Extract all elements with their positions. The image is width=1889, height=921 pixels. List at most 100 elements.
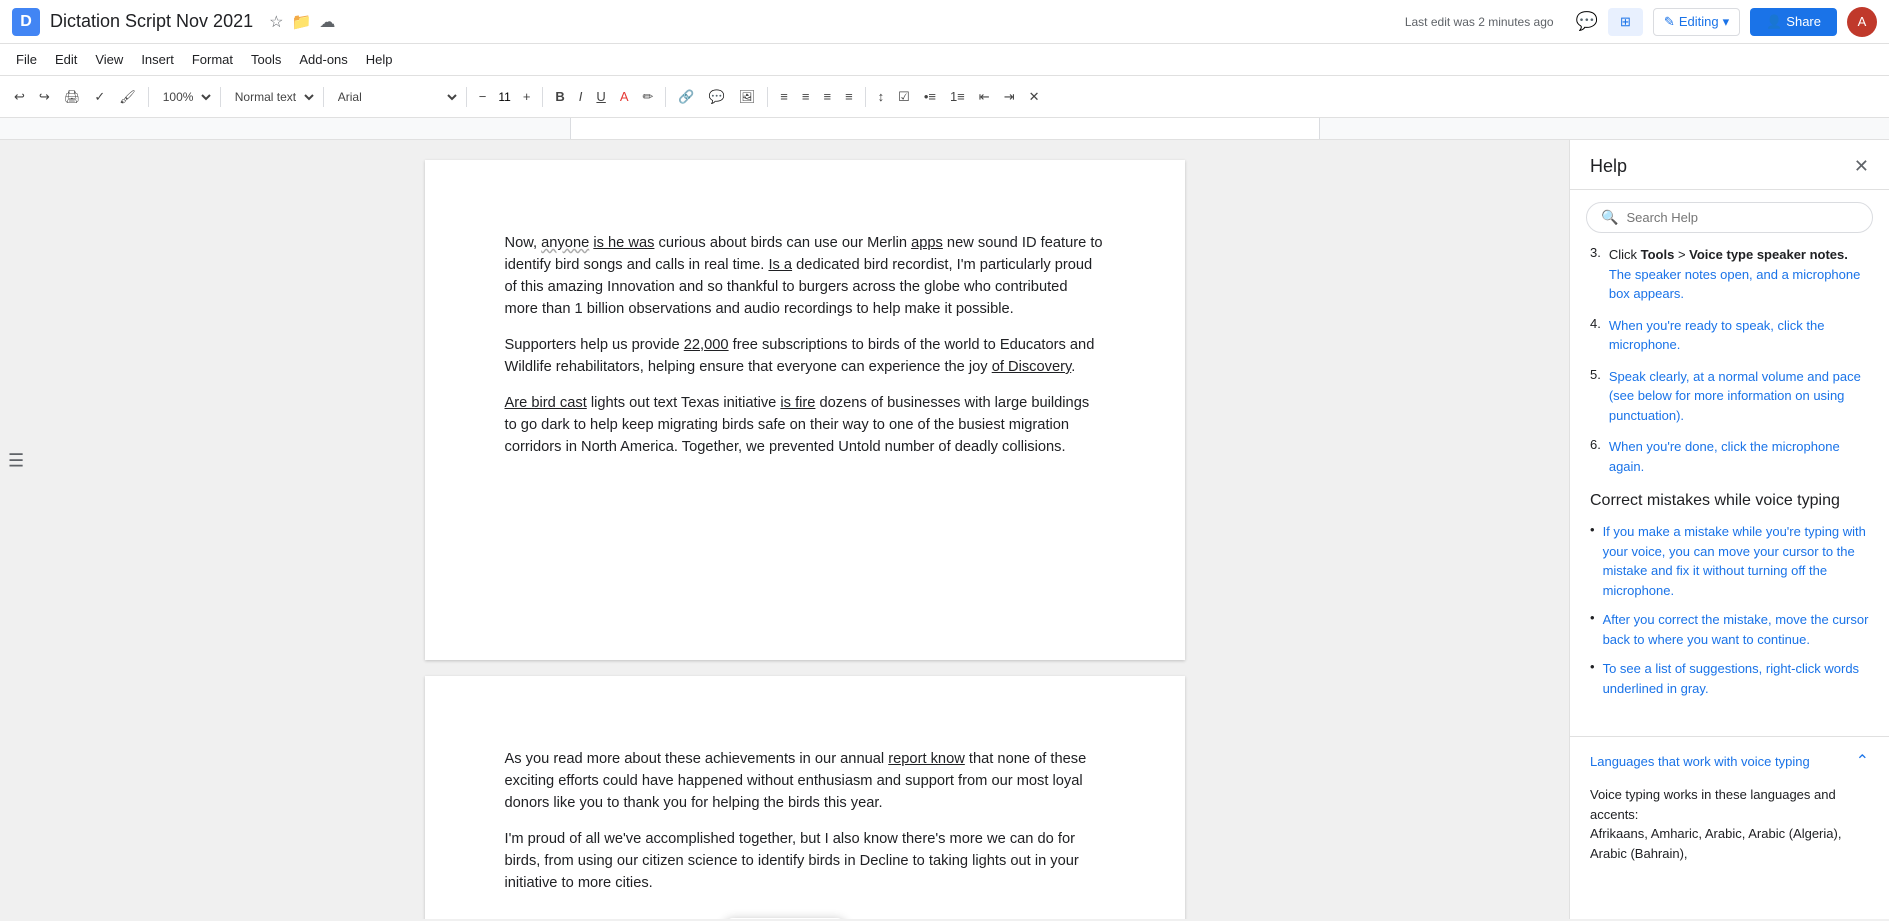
menu-addons[interactable]: Add-ons: [291, 48, 355, 71]
step-5-num: 5.: [1590, 367, 1601, 426]
correct-mistakes-title: Correct mistakes while voice typing: [1590, 492, 1869, 510]
sep5: [542, 87, 543, 107]
paint-format-button[interactable]: 🖌: [113, 85, 142, 109]
meet-icon: ⊞: [1620, 14, 1631, 30]
italic-button[interactable]: I: [573, 85, 589, 108]
help-bullet-3: • To see a list of suggestions, right-cl…: [1590, 659, 1869, 698]
bold-button[interactable]: B: [549, 85, 570, 108]
menu-file[interactable]: File: [8, 48, 45, 71]
languages-chevron-icon: ⌃: [1856, 751, 1869, 771]
help-step-5: 5. Speak clearly, at a normal volume and…: [1590, 367, 1869, 426]
print-button[interactable]: 🖨: [58, 85, 87, 109]
highlight-button[interactable]: ✏: [636, 85, 659, 109]
menu-insert[interactable]: Insert: [133, 48, 182, 71]
header-actions: 💬 ⊞ ✎ Editing ▾ 👤 Share A: [1576, 7, 1877, 37]
cloud-icon[interactable]: ☁: [319, 12, 335, 32]
underline-button[interactable]: U: [590, 85, 611, 108]
folder-icon[interactable]: 📁: [291, 12, 311, 32]
bullet-list-button[interactable]: •≡: [918, 85, 942, 108]
sep7: [767, 87, 768, 107]
link-button[interactable]: 🔗: [672, 85, 700, 109]
languages-content: Voice typing works in these languages an…: [1570, 785, 1889, 879]
step-4-text: When you're ready to speak, click the mi…: [1609, 316, 1869, 355]
image-button[interactable]: 🖼: [733, 85, 762, 109]
font-size-increase[interactable]: +: [517, 85, 537, 108]
app-icon[interactable]: D: [12, 8, 40, 36]
decrease-indent-button[interactable]: ⇤: [973, 85, 996, 109]
undo-button[interactable]: ↩: [8, 85, 31, 109]
page-1-content: Now, anyone is he was curious about bird…: [505, 232, 1105, 458]
sidebar-close-button[interactable]: ✕: [1854, 156, 1869, 177]
ruler: [0, 118, 1889, 140]
checklist-button[interactable]: ☑: [892, 85, 916, 109]
para-3: Are bird cast lights out text Texas init…: [505, 392, 1105, 458]
step-3-text: Click Tools > Voice type speaker notes. …: [1609, 245, 1869, 304]
menu-tools[interactable]: Tools: [243, 48, 289, 71]
page-2-content: As you read more about these achievement…: [505, 748, 1105, 919]
menu-edit[interactable]: Edit: [47, 48, 85, 71]
languages-header[interactable]: Languages that work with voice typing ⌃: [1570, 737, 1889, 785]
pencil-icon: ✎: [1664, 14, 1675, 30]
align-right-button[interactable]: ≡: [817, 85, 837, 108]
align-left-button[interactable]: ≡: [774, 85, 794, 108]
share-button[interactable]: 👤 Share: [1750, 8, 1837, 36]
page-1: Now, anyone is he was curious about bird…: [425, 160, 1185, 660]
style-select[interactable]: Normal textHeading 1Heading 2: [227, 86, 317, 108]
step-3-num: 3.: [1590, 245, 1601, 304]
bullet-2-text: After you correct the mistake, move the …: [1603, 610, 1869, 649]
share-icon: 👤: [1766, 14, 1782, 30]
para-2: Supporters help us provide 22,000 free s…: [505, 334, 1105, 378]
text-color-button[interactable]: A: [614, 85, 635, 108]
search-input[interactable]: [1626, 210, 1858, 225]
justify-button[interactable]: ≡: [839, 85, 859, 108]
step-6-text: When you're done, click the microphone a…: [1609, 437, 1869, 476]
meet-button[interactable]: ⊞: [1608, 8, 1643, 36]
languages-list: Afrikaans, Amharic, Arabic, Arabic (Alge…: [1590, 824, 1869, 863]
line-spacing-button[interactable]: ↕: [872, 85, 891, 108]
spellcheck-button[interactable]: ✓: [88, 85, 111, 109]
zoom-select[interactable]: 100%75%50%: [155, 86, 214, 108]
help-content: 3. Click Tools > Voice type speaker note…: [1570, 245, 1889, 728]
page-2: As you read more about these achievement…: [425, 676, 1185, 919]
help-step-6: 6. When you're done, click the microphon…: [1590, 437, 1869, 476]
title-bar: D Dictation Script Nov 2021 ☆ 📁 ☁ Last e…: [0, 0, 1889, 44]
languages-section: Languages that work with voice typing ⌃ …: [1570, 736, 1889, 879]
step-4-num: 4.: [1590, 316, 1601, 355]
bullet-3-dot: •: [1590, 659, 1595, 698]
menu-format[interactable]: Format: [184, 48, 241, 71]
menu-view[interactable]: View: [87, 48, 131, 71]
comment-icon[interactable]: 💬: [1576, 11, 1598, 32]
help-sidebar: Help ✕ 🔍 3. Click Tools > Voice type spe…: [1569, 140, 1889, 919]
sidebar-title: Help: [1590, 156, 1627, 177]
sep2: [220, 87, 221, 107]
outline-icon[interactable]: ☰: [8, 450, 24, 471]
step-5-text: Speak clearly, at a normal volume and pa…: [1609, 367, 1869, 426]
font-size-decrease[interactable]: −: [473, 85, 493, 108]
languages-intro: Voice typing works in these languages an…: [1590, 785, 1869, 824]
numbered-list-button[interactable]: 1≡: [944, 85, 971, 108]
last-edit: Last edit was 2 minutes ago: [1405, 15, 1554, 29]
increase-indent-button[interactable]: ⇥: [998, 85, 1021, 109]
font-size-display: 11: [494, 90, 514, 104]
redo-button[interactable]: ↪: [33, 85, 56, 109]
help-step-4: 4. When you're ready to speak, click the…: [1590, 316, 1869, 355]
sep8: [865, 87, 866, 107]
help-step-3: 3. Click Tools > Voice type speaker note…: [1590, 245, 1869, 304]
clear-format-button[interactable]: ✕: [1023, 85, 1046, 109]
avatar[interactable]: A: [1847, 7, 1877, 37]
search-icon: 🔍: [1601, 209, 1618, 226]
sep4: [466, 87, 467, 107]
bullet-3-text: To see a list of suggestions, right-clic…: [1603, 659, 1869, 698]
voice-widget: ··· × English (US) ▾ 🎤 ?: [725, 918, 845, 919]
menu-bar: File Edit View Insert Format Tools Add-o…: [0, 44, 1889, 76]
chevron-down-icon: ▾: [1723, 14, 1730, 30]
bullet-2-dot: •: [1590, 610, 1595, 649]
editing-button[interactable]: ✎ Editing ▾: [1653, 8, 1740, 36]
font-select[interactable]: ArialTimes New Roman: [330, 86, 460, 108]
comment-toolbar-button[interactable]: 💬: [703, 85, 731, 109]
align-center-button[interactable]: ≡: [796, 85, 816, 108]
star-icon[interactable]: ☆: [269, 12, 283, 32]
para-5: I'm proud of all we've accomplished toge…: [505, 828, 1105, 894]
menu-help[interactable]: Help: [358, 48, 401, 71]
doc-title: Dictation Script Nov 2021: [50, 11, 253, 32]
